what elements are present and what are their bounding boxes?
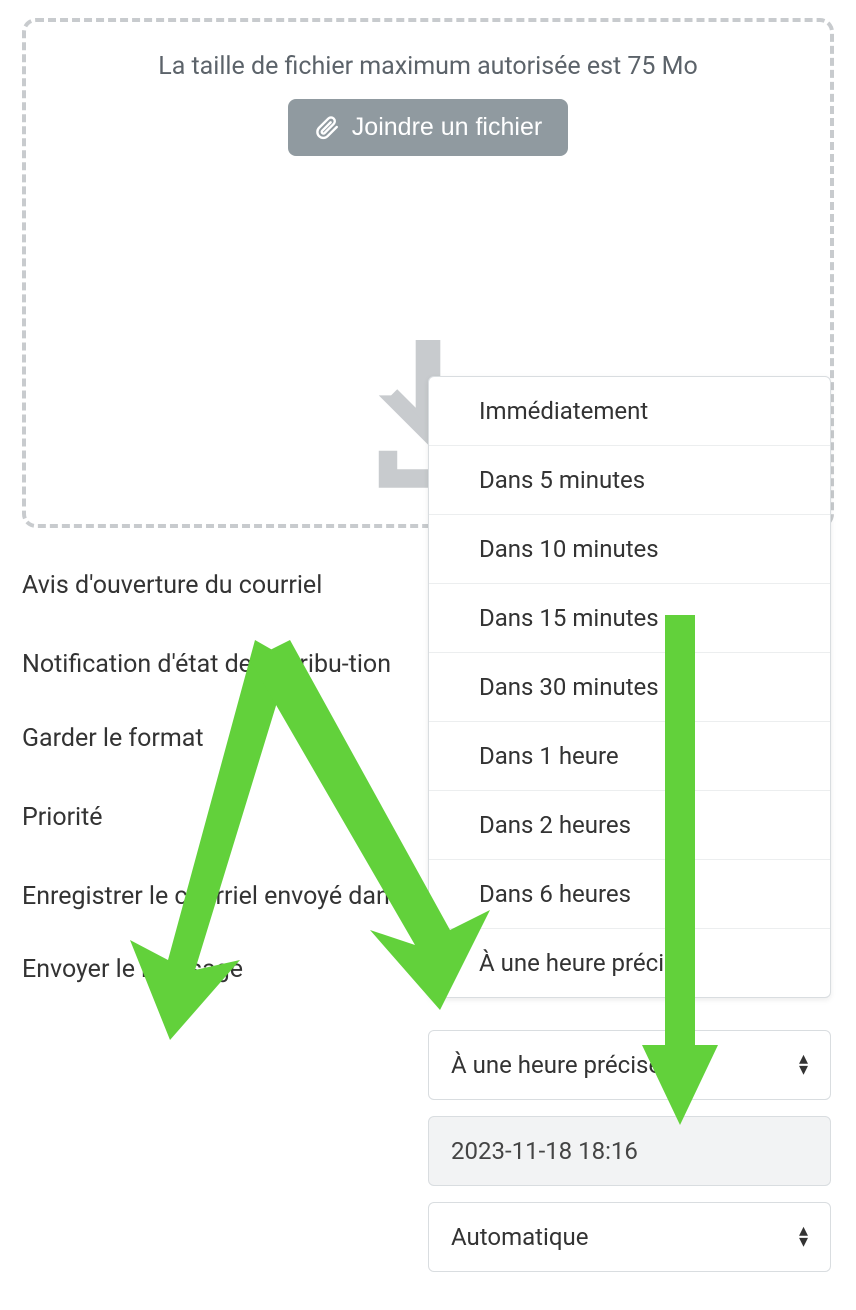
send-time-option[interactable]: Dans 5 minutes [429,446,830,515]
label-save-sent-in: Enregistrer le courriel envoyé dans [22,881,422,912]
send-time-option[interactable]: Immédiatement [429,377,830,446]
attach-file-button[interactable]: Joindre un fichier [288,99,568,156]
send-time-select-value: À une heure précise [451,1051,661,1079]
label-keep-format: Garder le format [22,723,422,754]
format-select-value: Automatique [451,1223,588,1251]
label-priority: Priorité [22,802,422,833]
paperclip-icon [314,115,340,141]
label-send-message: Envoyer le message [22,954,422,985]
send-time-option-selected[interactable]: À une heure précise [429,929,830,997]
attach-file-label: Joindre un fichier [352,113,542,142]
send-time-option[interactable]: Dans 1 heure [429,722,830,791]
send-time-option[interactable]: Dans 15 minutes [429,584,830,653]
send-time-option[interactable]: Dans 30 minutes [429,653,830,722]
label-read-receipt: Avis d'ouverture du courriel [22,570,422,601]
send-time-option[interactable]: Dans 6 heures [429,860,830,929]
datetime-input[interactable]: 2023-11-18 18:16 [428,1116,831,1186]
send-time-option[interactable]: Dans 10 minutes [429,515,830,584]
send-time-dropdown[interactable]: Immédiatement Dans 5 minutes Dans 10 min… [428,376,831,998]
label-delivery-status: Notification d'état de distribu-tion [22,649,422,680]
dropzone-max-size-text: La taille de fichier maximum autorisée e… [26,52,830,81]
options-labels: Avis d'ouverture du courriel Notificatio… [22,570,422,1034]
datetime-value: 2023-11-18 18:16 [451,1137,638,1165]
chevron-sort-icon: ▴▾ [799,1226,808,1248]
chevron-sort-icon: ▴▾ [799,1054,808,1076]
format-select[interactable]: Automatique ▴▾ [428,1202,831,1272]
send-time-select[interactable]: À une heure précise ▴▾ [428,1030,831,1100]
send-time-option[interactable]: Dans 2 heures [429,791,830,860]
